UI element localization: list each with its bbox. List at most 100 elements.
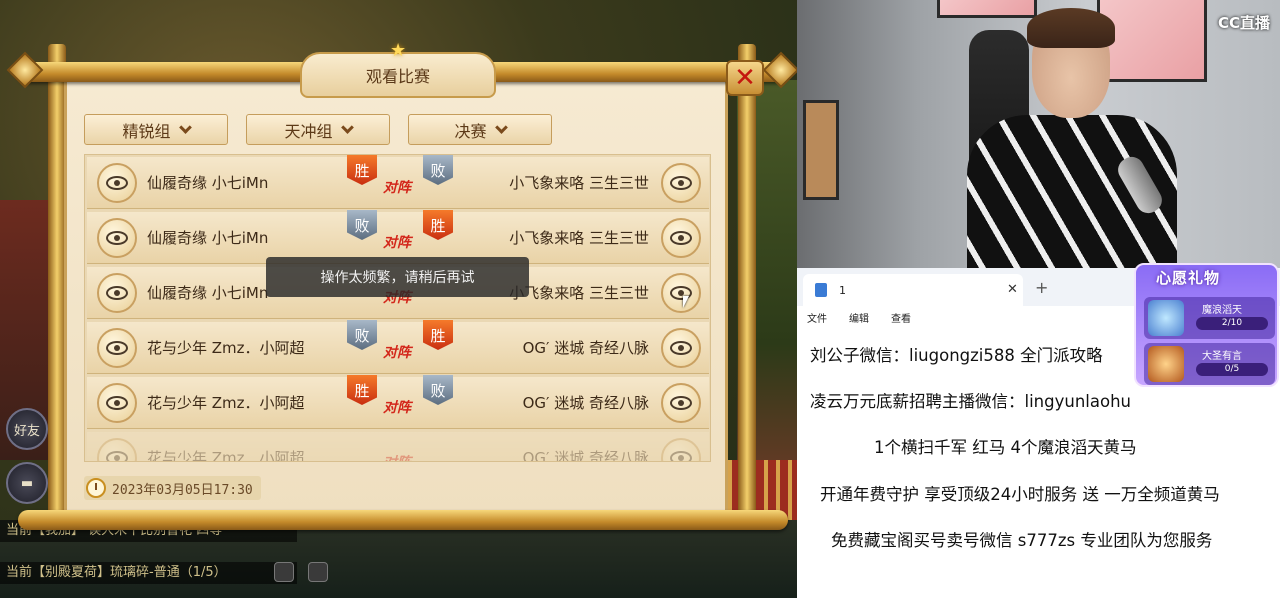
watch-right-eye-button[interactable] (661, 218, 701, 258)
gift-item[interactable]: 魔浪滔天 2/10 (1144, 297, 1275, 339)
watch-left-eye-button[interactable] (97, 328, 137, 368)
match-date: 2023年03月05日17:30 (112, 482, 253, 498)
notepad-file-icon (815, 283, 827, 297)
settings-gear-icon[interactable] (274, 562, 294, 582)
gift-panel-title: 心愿礼物 (1156, 269, 1221, 287)
camera-icon[interactable] (308, 562, 328, 582)
dialog-title: 观看比赛 (365, 67, 430, 86)
watch-right-eye-button[interactable] (661, 383, 701, 423)
subgroup-filter-dropdown[interactable]: 天冲组 (246, 114, 390, 145)
rod-cap (6, 51, 44, 89)
notepad-text-line: 1个横扫千军 红马 4个魔浪滔天黄马 (874, 438, 1137, 457)
result-badge: 胜 (347, 155, 377, 185)
wave-gift-icon (1148, 300, 1184, 336)
close-tab-icon[interactable]: ✕ (1007, 282, 1018, 297)
cc-live-logo: CC直播 (1217, 14, 1270, 32)
team-right: 小飞象来咯 三生三世 (509, 229, 649, 247)
result-badge: 胜 (423, 210, 453, 240)
menu-file[interactable]: 文件 (807, 310, 827, 325)
chevron-down-icon (340, 120, 354, 134)
team-right: OG′ 迷城 奇经八脉 (522, 449, 649, 462)
eye-icon (106, 451, 128, 461)
filter-label: 天冲组 (284, 121, 333, 141)
chat-bubble-icon: ▬ (20, 475, 34, 491)
result-badge: 败 (347, 320, 377, 350)
team-right: OG′ 迷城 奇经八脉 (522, 394, 649, 412)
match-list[interactable]: 仙履奇缘 小七iMn 小飞象来咯 三生三世胜败对阵 仙履奇缘 小七iMn 小飞象来咯 … (84, 154, 711, 462)
wall-poster (937, 0, 1037, 18)
filter-label: 决赛 (454, 121, 487, 141)
team-right: 小飞象来咯 三生三世 (509, 174, 649, 192)
match-row: 花与少年 Zmz．小阿超 OG′ 迷城 奇经八脉 胜 败对阵 (87, 375, 709, 429)
group-filter-dropdown[interactable]: 精锐组 (84, 114, 228, 145)
result-badge: 败 (423, 155, 453, 185)
eye-icon (106, 341, 128, 355)
team-left: 仙履奇缘 小七iMn (147, 174, 269, 192)
new-tab-icon[interactable]: + (1035, 278, 1048, 297)
notepad-text-line: 开通年费守护 享受顶级24小时服务 送 一万全频道黄马 (820, 485, 1220, 504)
result-badge: 败 (347, 210, 377, 240)
watch-right-eye-button[interactable] (661, 273, 701, 313)
watch-left-eye-button[interactable] (97, 438, 137, 461)
notepad-text-line: 刘公子微信：liugongzi588 全门派攻略 (810, 346, 1103, 365)
gift-name: 大圣有言 (1202, 351, 1242, 362)
watch-right-eye-button[interactable] (661, 163, 701, 203)
wall-frame (803, 100, 839, 200)
match-time: 2023年03月05日17:30 (84, 476, 261, 500)
team-left: 仙履奇缘 小七iMn (147, 284, 269, 302)
eye-icon (670, 176, 692, 190)
wish-gift-panel[interactable]: 心愿礼物 魔浪滔天 2/10 大圣有言 0/5 (1134, 263, 1279, 387)
notepad-text-line: 免费藏宝阁买号卖号微信 s777zs 专业团队为您服务 (831, 531, 1213, 550)
result-badge: 败 (423, 375, 453, 405)
gift-progress: 0/5 (1196, 363, 1268, 376)
mouse-cursor-icon (683, 296, 689, 308)
gift-name: 魔浪滔天 (1202, 305, 1242, 316)
vs-label: 对阵 (383, 180, 411, 196)
eye-icon (106, 231, 128, 245)
vs-label: 对阵 (383, 452, 411, 461)
close-icon: ✕ (734, 63, 756, 93)
round-filter-dropdown[interactable]: 决赛 (408, 114, 552, 145)
streamer-camera: CC直播 (797, 0, 1280, 268)
friends-button[interactable]: 好友 (6, 408, 48, 450)
chat-line: 当前【别殿夏荷】琉璃碎-普通（1/5） (0, 562, 297, 584)
team-right: OG′ 迷城 奇经八脉 (522, 339, 649, 357)
eye-icon (670, 231, 692, 245)
team-left: 花与少年 Zmz．小阿超 (147, 449, 305, 462)
match-row: 花与少年 Zmz．小阿超 OG′ 迷城 奇经八脉 对阵 (87, 432, 709, 462)
watch-left-eye-button[interactable] (97, 273, 137, 313)
team-left: 仙履奇缘 小七iMn (147, 229, 269, 247)
menu-view[interactable]: 查看 (891, 310, 911, 325)
watch-right-eye-button[interactable] (661, 438, 701, 461)
watch-left-eye-button[interactable] (97, 383, 137, 423)
notepad-tab[interactable]: 1 ✕ (803, 274, 1023, 306)
treasure-gift-icon (1148, 346, 1184, 382)
match-row: 花与少年 Zmz．小阿超 OG′ 迷城 奇经八脉 败 胜对阵 (87, 320, 709, 374)
result-badge: 胜 (423, 320, 453, 350)
menu-edit[interactable]: 编辑 (849, 310, 869, 325)
notepad-tab-title: 1 (839, 283, 846, 297)
match-row: 仙履奇缘 小七iMn 小飞象来咯 三生三世 胜 败对阵 (87, 155, 709, 209)
dialog-post-right (738, 44, 756, 524)
chat-button[interactable]: ▬ (6, 462, 48, 504)
close-button[interactable]: ✕ (726, 60, 764, 96)
filter-label: 精锐组 (122, 121, 171, 141)
friends-label: 好友 (13, 423, 40, 439)
team-left: 花与少年 Zmz．小阿超 (147, 339, 305, 357)
watch-right-eye-button[interactable] (661, 328, 701, 368)
toast-message: 操作太频繁，请稍后再试 (266, 257, 529, 297)
eye-icon (106, 396, 128, 410)
watch-left-eye-button[interactable] (97, 163, 137, 203)
watch-left-eye-button[interactable] (97, 218, 137, 258)
dialog-scroll-rod-bottom (18, 510, 788, 530)
gift-item[interactable]: 大圣有言 0/5 (1144, 343, 1275, 385)
dialog-title-plate: ★ 观看比赛 (300, 40, 496, 98)
chevron-down-icon (494, 120, 508, 134)
eye-icon (106, 176, 128, 190)
chat-toolbar (274, 562, 328, 582)
team-right: 小飞象来咯 三生三世 (509, 284, 649, 302)
filter-bar: 精锐组 天冲组 决赛 (84, 114, 552, 145)
eye-icon (106, 286, 128, 300)
game-window: 好友 ▬ 当前【我加】 诶大米十比别曾花 四等一 当前【别殿夏荷】琉璃碎-普通（… (0, 0, 797, 598)
vs-label: 对阵 (383, 235, 411, 251)
